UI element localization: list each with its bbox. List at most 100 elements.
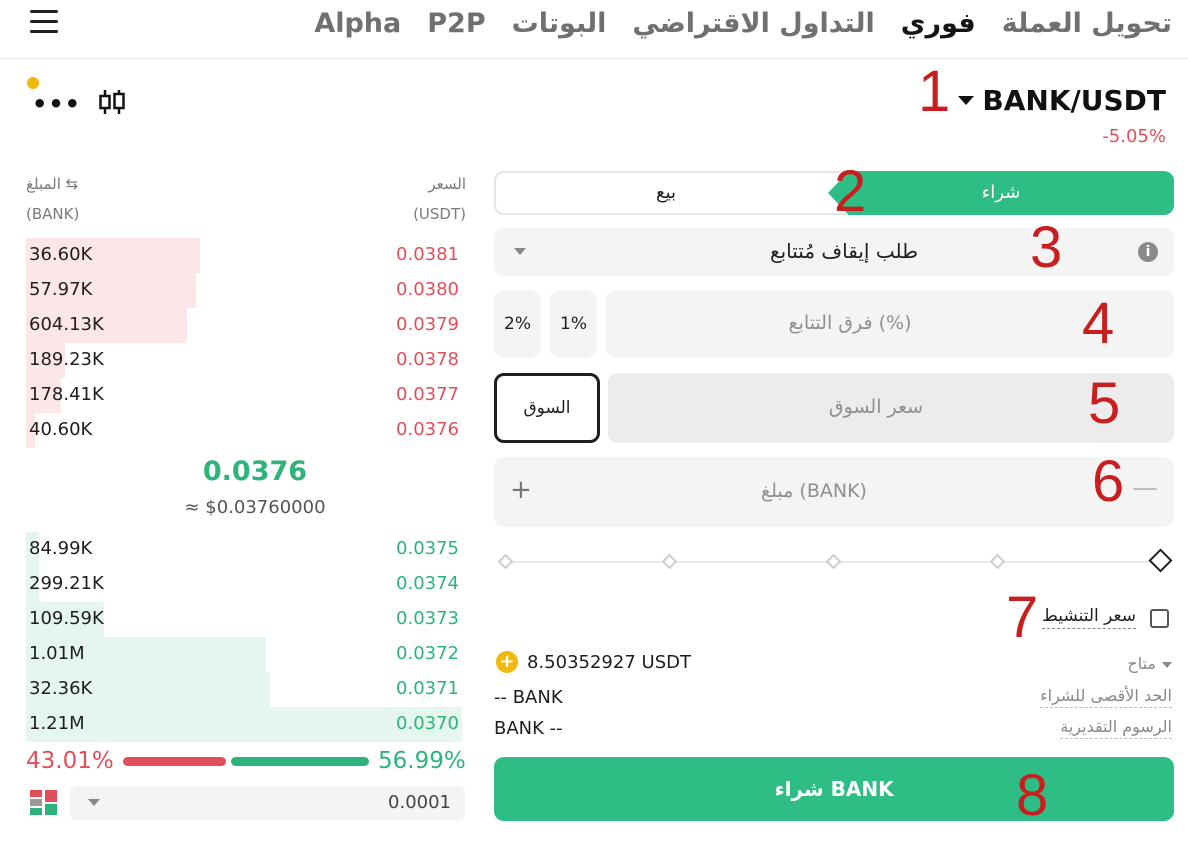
precision-selector[interactable]: 0.0001 (70, 786, 465, 820)
trail-2pct-button[interactable]: 2% (494, 290, 541, 358)
activation-price-label[interactable]: سعر التنشيط (1042, 606, 1136, 629)
bid-amount: 84.99K (29, 538, 93, 559)
slider-step-50[interactable] (825, 553, 842, 570)
bid-row[interactable]: 109.59K 0.0373 (26, 602, 462, 637)
bid-price: 0.0373 (396, 608, 459, 629)
nav-tab-margin[interactable]: التداول الاقتراضي (632, 8, 874, 39)
slider-step-25[interactable] (661, 553, 678, 570)
available-label-text: متاح (1127, 654, 1156, 673)
order-type-selector[interactable]: طلب إيقاف مُتتابع i (494, 228, 1174, 276)
minus-icon[interactable]: — (1132, 473, 1158, 503)
ask-row[interactable]: 36.60K 0.0381 (26, 238, 462, 273)
max-buy-value: -- BANK (494, 687, 563, 708)
nav-tab-bots[interactable]: البوتات (512, 8, 607, 39)
ask-price: 0.0381 (396, 244, 459, 265)
price-unit: (USDT) (413, 205, 466, 223)
caret-down-icon (958, 96, 975, 105)
nav-tab-alpha[interactable]: Alpha (314, 8, 401, 39)
ask-price: 0.0377 (396, 384, 459, 405)
candlestick-chart-icon[interactable] (97, 88, 127, 116)
annotation-8: 8 (1016, 763, 1049, 828)
market-button[interactable]: السوق (494, 373, 600, 443)
bid-row[interactable]: 84.99K 0.0375 (26, 532, 462, 567)
amount-input[interactable]: + مبلغ (BANK) — (494, 457, 1174, 527)
last-price: 0.0376 (202, 456, 308, 487)
slider-handle[interactable] (1148, 548, 1173, 573)
notification-dot (27, 77, 39, 89)
orderbook-layout-icon[interactable] (30, 790, 58, 816)
ask-amount: 36.60K (29, 244, 93, 265)
info-icon[interactable]: i (1138, 242, 1158, 262)
ask-price: 0.0379 (396, 314, 459, 335)
ask-amount: 57.97K (29, 279, 93, 300)
caret-down-icon (88, 799, 100, 806)
trading-pair-selector[interactable]: BANK/USDT (958, 84, 1166, 117)
bid-price: 0.0372 (396, 643, 459, 664)
precision-value: 0.0001 (388, 792, 451, 813)
caret-down-icon (1162, 661, 1172, 668)
trail-1pct-button[interactable]: 1% (550, 290, 597, 358)
buy-ratio-bar (231, 757, 369, 766)
bid-row[interactable]: 32.36K 0.0371 (26, 672, 462, 707)
annotation-5: 5 (1088, 371, 1121, 436)
slider-step-0[interactable] (497, 553, 514, 570)
tab-buy[interactable]: شراء (828, 171, 1174, 215)
max-buy-label[interactable]: الحد الأقصى للشراء (1040, 686, 1172, 708)
tab-sell[interactable]: بيع (496, 173, 836, 213)
bid-amount: 32.36K (29, 678, 93, 699)
ask-row[interactable]: 604.13K 0.0379 (26, 308, 462, 343)
bid-price: 0.0371 (396, 678, 459, 699)
ask-row[interactable]: 40.60K 0.0376 (26, 413, 462, 448)
ask-amount: 178.41K (29, 384, 104, 405)
est-fee-value: BANK -- (494, 718, 563, 739)
bid-row[interactable]: 299.21K 0.0374 (26, 567, 462, 602)
ask-amount: 604.13K (29, 314, 104, 335)
annotation-2: 2 (834, 159, 867, 224)
amount-unit: (BANK) (26, 205, 80, 223)
sell-ratio: 43.01% (26, 748, 114, 774)
buy-ratio: 56.99% (378, 748, 466, 774)
sell-ratio-bar (123, 757, 226, 766)
last-price-usd: ≈ $0.03760000 (184, 497, 326, 518)
order-type-label: طلب إيقاف مُتتابع (769, 239, 919, 263)
deposit-plus-icon[interactable]: + (496, 651, 518, 673)
annotation-4: 4 (1082, 291, 1115, 356)
price-change: -5.05% (1102, 126, 1166, 147)
bid-amount: 299.21K (29, 573, 104, 594)
ask-price: 0.0378 (396, 349, 459, 370)
buy-submit-button[interactable]: شراء BANK (494, 757, 1174, 821)
annotation-1: 1 (918, 59, 951, 124)
activation-price-checkbox[interactable] (1150, 609, 1169, 628)
slider-step-75[interactable] (989, 553, 1006, 570)
bid-row[interactable]: 1.21M 0.0370 (26, 707, 462, 742)
amount-header[interactable]: المبلغ ⇆ (26, 175, 78, 193)
bid-amount: 1.21M (29, 713, 85, 734)
top-nav: تحويل العملة فوري التداول الاقتراضي البو… (314, 4, 1172, 42)
ask-amount: 189.23K (29, 349, 104, 370)
available-balance: 8.50352927 USDT (527, 652, 691, 673)
ask-price: 0.0380 (396, 279, 459, 300)
amount-placeholder: مبلغ (BANK) (761, 480, 867, 502)
ask-price: 0.0376 (396, 419, 459, 440)
ask-row[interactable]: 178.41K 0.0377 (26, 378, 462, 413)
bid-price: 0.0375 (396, 538, 459, 559)
nav-divider (0, 58, 1188, 59)
bid-price: 0.0374 (396, 573, 459, 594)
nav-tab-p2p[interactable]: P2P (427, 8, 485, 39)
ask-row[interactable]: 57.97K 0.0380 (26, 273, 462, 308)
annotation-6: 6 (1092, 449, 1125, 514)
bid-price: 0.0370 (396, 713, 459, 734)
nav-tab-spot[interactable]: فوري (901, 8, 976, 39)
available-label[interactable]: متاح (1127, 654, 1172, 675)
menu-icon[interactable] (30, 10, 58, 34)
bid-amount: 1.01M (29, 643, 85, 664)
annotation-7: 7 (1006, 585, 1039, 650)
ask-row[interactable]: 189.23K 0.0378 (26, 343, 462, 378)
ask-amount: 40.60K (29, 419, 93, 440)
nav-tab-convert[interactable]: تحويل العملة (1002, 8, 1172, 39)
est-fee-label[interactable]: الرسوم التقديرية (1060, 717, 1172, 739)
more-icon[interactable]: ••• (32, 90, 81, 118)
bid-row[interactable]: 1.01M 0.0372 (26, 637, 462, 672)
annotation-3: 3 (1030, 215, 1063, 280)
pair-symbol: BANK/USDT (982, 84, 1166, 117)
